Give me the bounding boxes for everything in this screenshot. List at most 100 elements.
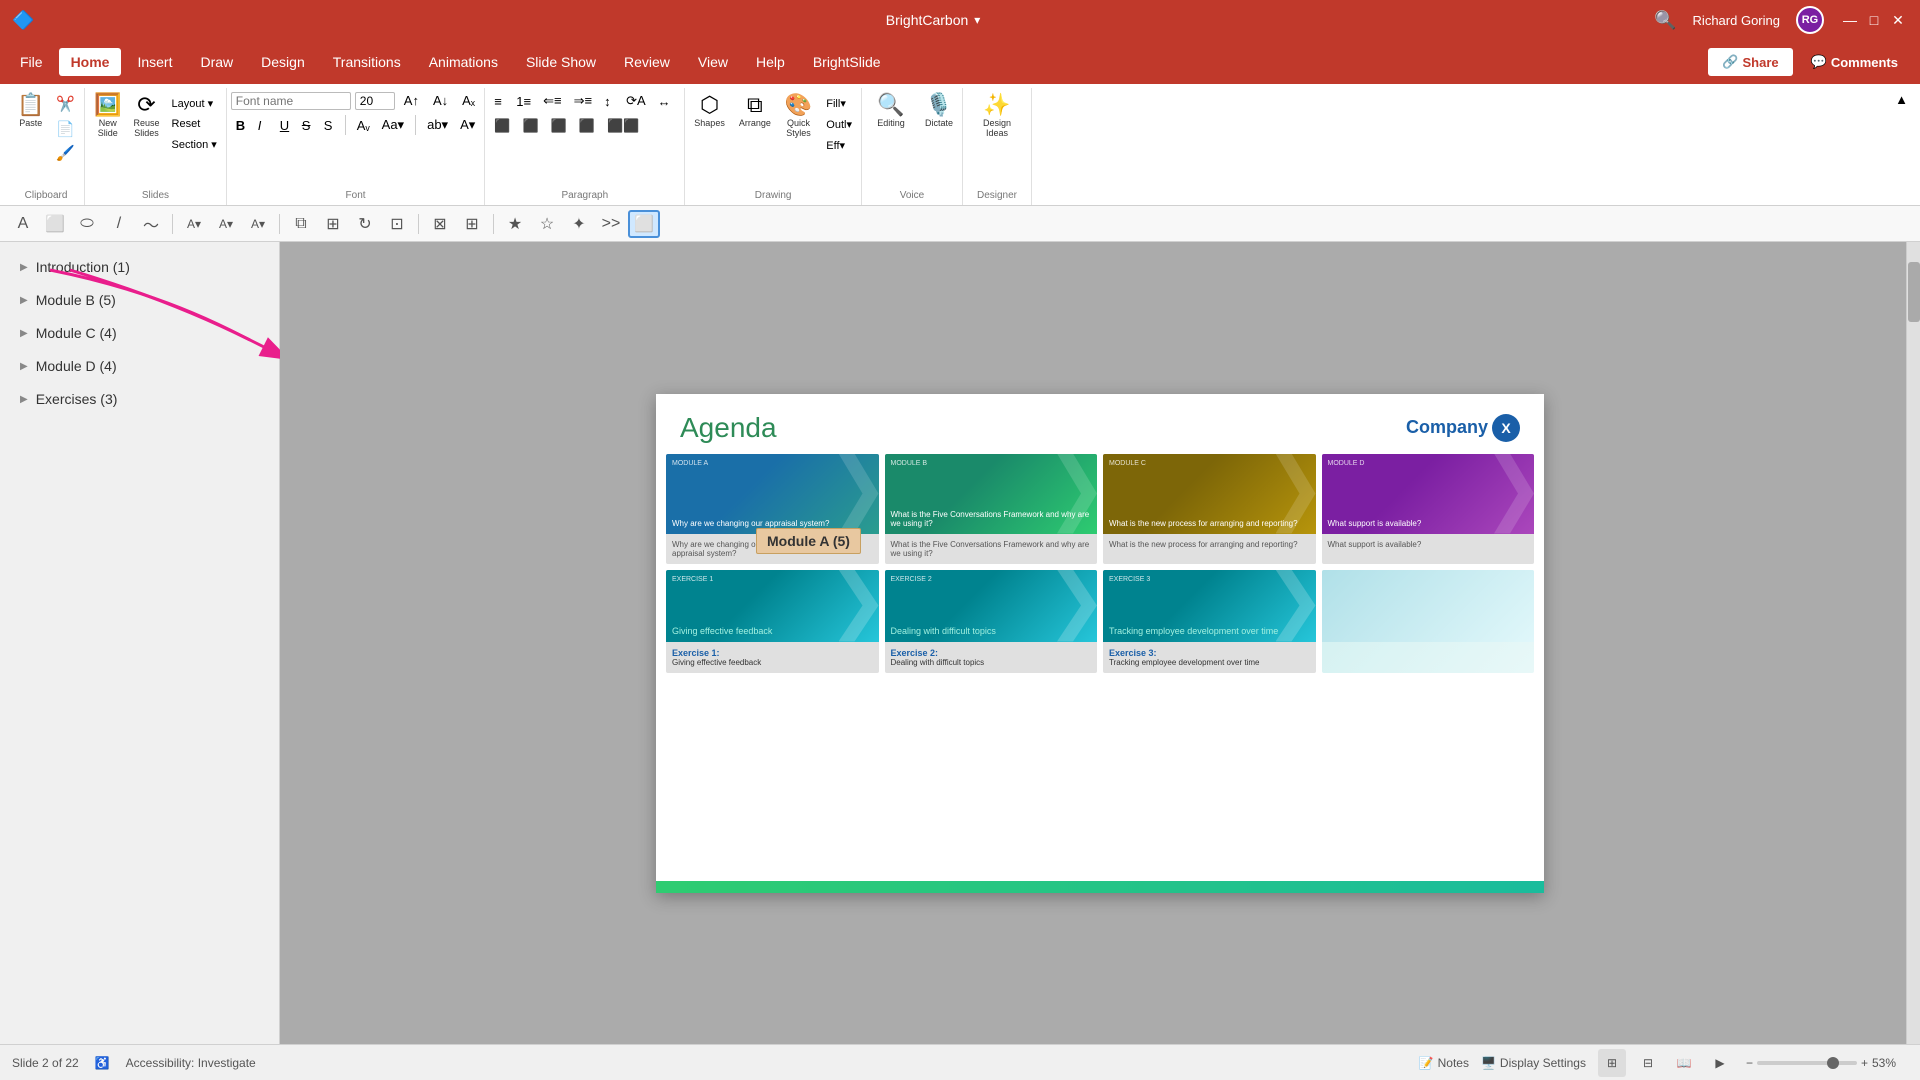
menu-design[interactable]: Design [249,48,317,76]
share-button[interactable]: 🔗 Share [1708,48,1792,76]
group-tool[interactable]: ⊞ [318,210,348,238]
zoom-thumb[interactable] [1827,1057,1839,1069]
new-slide-button[interactable]: 🖼️ NewSlide [89,90,126,141]
sidebar-item-exercises[interactable]: ▶ Exercises (3) [4,383,275,415]
vertical-scrollbar[interactable] [1906,242,1920,1044]
zoom-level[interactable]: 53% [1872,1056,1908,1070]
rectangle-tool[interactable]: ⬜ [40,210,70,238]
reading-view-button[interactable]: 📖 [1670,1049,1698,1077]
fill-color-tool[interactable]: A▾ [179,210,209,238]
align-justify-button[interactable]: ⬛ [574,115,600,137]
sidebar-item-module-c[interactable]: ▶ Module C (4) [4,317,275,349]
star-tool[interactable]: ★ [500,210,530,238]
zoom-out-icon[interactable]: − [1746,1056,1753,1070]
reset-button[interactable]: Reset [167,115,222,133]
distribute-tools[interactable]: ⊞ [457,210,487,238]
indent-decrease-button[interactable]: ⇐≡ [538,90,566,112]
align-tools[interactable]: ⊠ [425,210,455,238]
quick-styles-button[interactable]: 🎨 QuickStyles [780,90,817,141]
sidebar-item-module-d[interactable]: ▶ Module D (4) [4,350,275,382]
convert-smartart-button[interactable]: ↔ [653,90,676,112]
editing-button[interactable]: 🔍 Editing [866,90,916,131]
menu-file[interactable]: File [8,48,55,76]
exercise-1-card[interactable]: EXERCISE 1 Giving effective feedback Exe… [666,570,879,673]
menu-view[interactable]: View [686,48,740,76]
star-outline-tool[interactable]: ☆ [532,210,562,238]
shape-fill-button[interactable]: Fill▾ [821,94,857,113]
comments-button[interactable]: 💬 Comments [1797,48,1912,76]
menu-home[interactable]: Home [59,48,122,76]
oval-tool[interactable]: ⬭ [72,210,102,238]
italic-button[interactable]: I [253,115,273,136]
slideshow-button[interactable]: ▶ [1706,1049,1734,1077]
exercise-3-card[interactable]: EXERCISE 3 Tracking employee development… [1103,570,1316,673]
zoom-slider[interactable] [1757,1061,1857,1065]
selected-indicator[interactable]: ⬜ [628,210,660,238]
paste-button[interactable]: 📋 Paste [12,90,49,131]
copy-button[interactable]: 📄 [51,119,80,142]
module-d-card[interactable]: MODULE D What support is available? What… [1322,454,1535,564]
shape-outline-button[interactable]: Outl▾ [821,115,857,134]
arrange-tool[interactable]: ⧉ [286,210,316,238]
clear-format-button[interactable]: Aₓ [457,90,480,111]
zoom-in-icon[interactable]: + [1861,1056,1868,1070]
dropdown-icon[interactable]: ▾ [974,13,980,27]
text-box-tool[interactable]: A [8,210,38,238]
line-color-tool[interactable]: A▾ [211,210,241,238]
normal-view-button[interactable]: ⊞ [1598,1049,1626,1077]
display-settings-button[interactable]: 🖥️ Display Settings [1481,1056,1586,1070]
notes-button[interactable]: 📝 Notes [1419,1056,1469,1070]
dictate-button[interactable]: 🎙️ Dictate [920,90,958,131]
scrollbar-thumb[interactable] [1908,262,1920,322]
rotate-tool[interactable]: ↻ [350,210,380,238]
menu-help[interactable]: Help [744,48,797,76]
section-button[interactable]: Section ▾ [167,135,222,154]
slide-sorter-button[interactable]: ⊟ [1634,1049,1662,1077]
shapes-button[interactable]: ⬡ Shapes [689,90,730,131]
menu-transitions[interactable]: Transitions [321,48,413,76]
slide[interactable]: Agenda Company X MODULE A Why are we cha… [656,394,1544,893]
numbering-button[interactable]: 1≡ [511,90,536,112]
menu-draw[interactable]: Draw [188,48,245,76]
font-name-input[interactable] [231,92,351,110]
module-c-card[interactable]: MODULE C What is the new process for arr… [1103,454,1316,564]
line-tool[interactable]: / [104,210,134,238]
more-tools-button[interactable]: >> [596,210,626,238]
menu-brightslide[interactable]: BrightSlide [801,48,893,76]
shape-effects-button[interactable]: Eff▾ [821,136,857,155]
close-button[interactable]: ✕ [1888,10,1908,30]
menu-animations[interactable]: Animations [417,48,510,76]
col-spacing-button[interactable]: ↕ [599,90,619,112]
text-direction-button[interactable]: ⟳A [621,90,651,112]
accessibility-text[interactable]: Accessibility: Investigate [126,1056,256,1070]
char-spacing-button[interactable]: Aᵥ [352,115,375,136]
cut-button[interactable]: ✂️ [51,94,80,117]
exercise-2-card[interactable]: EXERCISE 2 Dealing with difficult topics… [885,570,1098,673]
bullets-button[interactable]: ≡ [489,90,509,112]
menu-review[interactable]: Review [612,48,682,76]
arrange-button[interactable]: ⧉ Arrange [734,90,776,131]
menu-slideshow[interactable]: Slide Show [514,48,608,76]
decrease-font-button[interactable]: A↓ [428,90,453,111]
user-avatar[interactable]: RG [1796,6,1824,34]
align-right-button[interactable]: ⬛ [546,115,572,137]
reuse-slides-button[interactable]: ⟳ ReuseSlides [129,90,165,141]
minimize-button[interactable]: — [1840,10,1860,30]
increase-font-button[interactable]: A↑ [399,90,424,111]
font-size-input[interactable] [355,92,395,110]
layout-button[interactable]: Layout ▾ [167,94,222,113]
sidebar-item-module-b[interactable]: ▶ Module B (5) [4,284,275,316]
shadow-button[interactable]: S [319,115,339,136]
align-left-button[interactable]: ⬛ [489,115,515,137]
format-painter-button[interactable]: 🖌️ [51,143,80,166]
font-color-tool[interactable]: A▾ [243,210,273,238]
module-b-card[interactable]: MODULE B What is the Five Conversations … [885,454,1098,564]
bold-button[interactable]: B [231,115,251,136]
highlight-button[interactable]: ab▾ [422,114,453,136]
align-center-button[interactable]: ⬛ [517,115,543,137]
rating-tool[interactable]: ✦ [564,210,594,238]
text-case-button[interactable]: Aa▾ [377,114,409,136]
strikethrough-button[interactable]: S [297,115,317,136]
search-icon[interactable]: 🔍 [1654,10,1676,31]
maximize-button[interactable]: □ [1864,10,1884,30]
